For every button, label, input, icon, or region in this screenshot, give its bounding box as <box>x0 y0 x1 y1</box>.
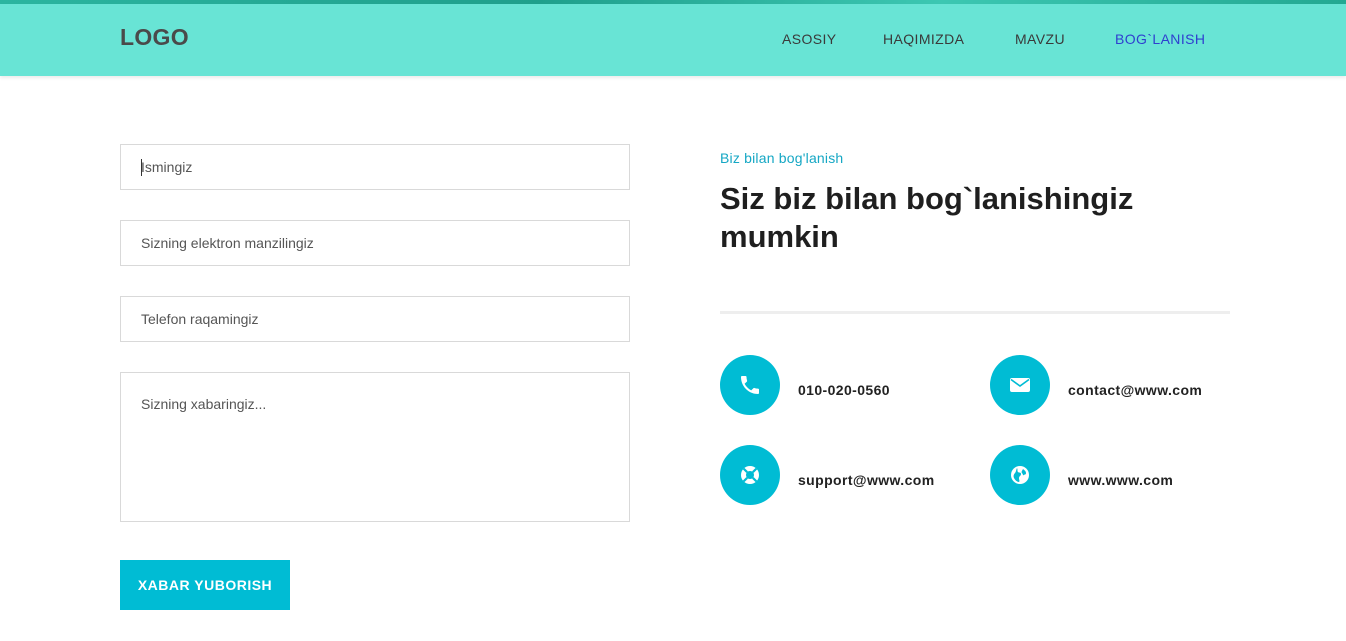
name-input[interactable]: Ismingiz <box>120 144 630 190</box>
nav-link-asosiy[interactable]: ASOSIY <box>782 31 837 47</box>
website-link[interactable]: www.www.com <box>1068 472 1173 488</box>
support-email[interactable]: support@www.com <box>798 472 935 488</box>
message-textarea[interactable]: Sizning xabaringiz... <box>120 372 630 522</box>
phone-number[interactable]: 010-020-0560 <box>798 382 890 398</box>
globe-icon <box>990 445 1050 505</box>
contact-email[interactable]: contact@www.com <box>1068 382 1202 398</box>
send-message-button[interactable]: XABAR YUBORISH <box>120 560 290 610</box>
name-input-placeholder: Ismingiz <box>141 159 193 175</box>
nav-link-haqimizda[interactable]: HAQIMIZDA <box>883 31 964 47</box>
logo[interactable]: LOGO <box>120 24 189 51</box>
nav-link-mavzu[interactable]: MAVZU <box>1015 31 1065 47</box>
contact-subtitle: Biz bilan bog'lanish <box>720 150 844 166</box>
envelope-icon <box>990 355 1050 415</box>
contact-title: Siz biz bilan bog`lanishingiz mumkin <box>720 181 1134 254</box>
header-navbar: LOGO ASOSIY HAQIMIZDA MAVZU BOG`LANISH <box>0 4 1346 76</box>
email-input-placeholder: Sizning elektron manzilingiz <box>141 235 314 251</box>
phone-input-placeholder: Telefon raqamingiz <box>141 311 259 327</box>
lifebuoy-icon <box>720 445 780 505</box>
phone-input[interactable]: Telefon raqamingiz <box>120 296 630 342</box>
text-caret <box>141 159 142 176</box>
divider <box>720 311 1230 314</box>
message-textarea-placeholder: Sizning xabaringiz... <box>141 396 267 412</box>
email-input[interactable]: Sizning elektron manzilingiz <box>120 220 630 266</box>
phone-icon <box>720 355 780 415</box>
nav-link-boglanish[interactable]: BOG`LANISH <box>1115 31 1205 47</box>
